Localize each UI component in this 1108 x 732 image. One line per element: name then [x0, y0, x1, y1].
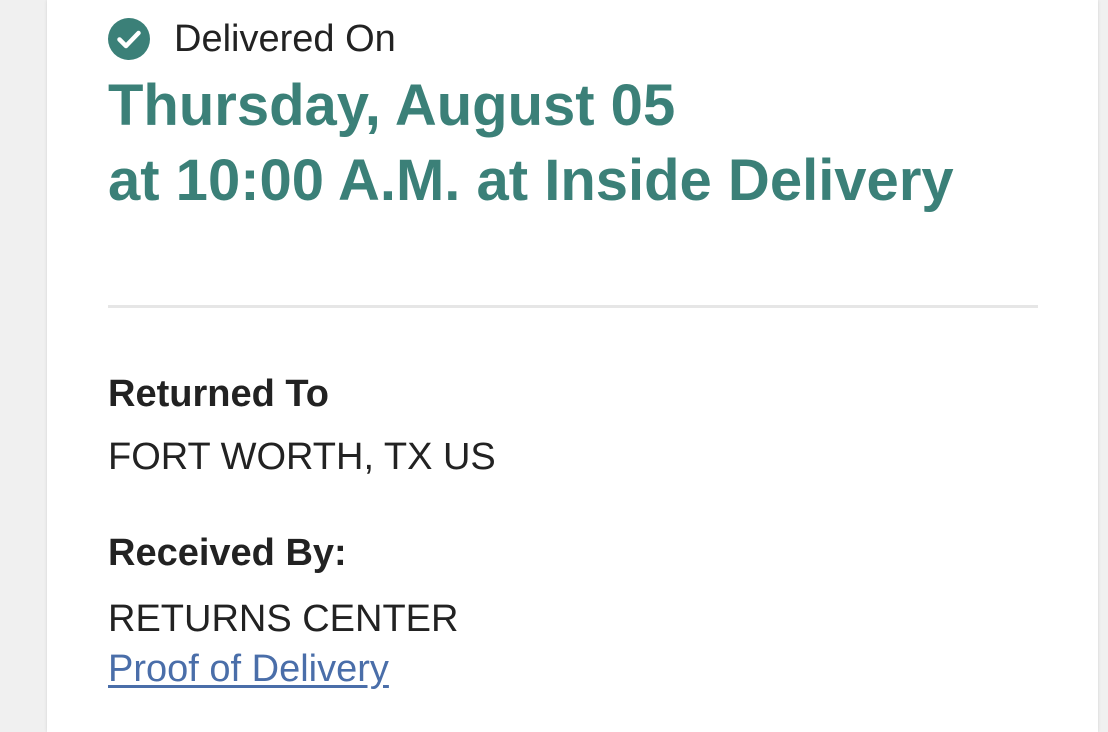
proof-of-delivery-link[interactable]: Proof of Delivery [108, 646, 389, 692]
received-by-value: RETURNS CENTER [108, 598, 459, 640]
returned-to-label: Returned To [108, 373, 329, 415]
section-divider [108, 305, 1038, 308]
delivery-date: Thursday, August 05 [108, 73, 676, 138]
delivery-status-label: Delivered On [174, 18, 396, 60]
delivery-status-row: Delivered On [108, 14, 396, 64]
delivery-details-card: Delivered On Thursday, August 05 at 10:0… [47, 0, 1098, 732]
received-by-label: Received By: [108, 532, 347, 574]
check-circle-icon [108, 18, 150, 60]
delivery-time-location: at 10:00 A.M. at Inside Delivery [108, 148, 954, 213]
returned-to-value: FORT WORTH, TX US [108, 436, 496, 478]
